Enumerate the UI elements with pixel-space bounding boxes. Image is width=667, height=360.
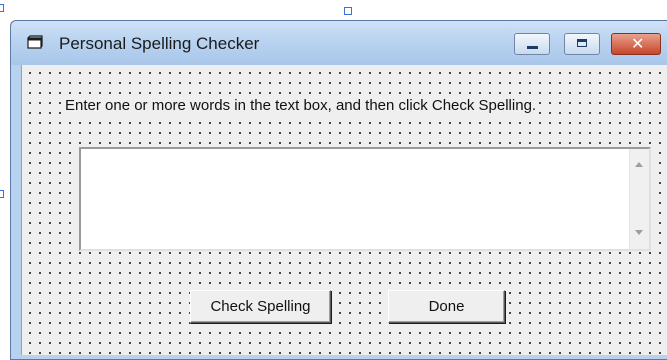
form-window: Personal Spelling Checker ✕ Enter one or… — [10, 20, 667, 360]
instruction-label: Enter one or more words in the text box,… — [65, 95, 537, 116]
vertical-scrollbar[interactable] — [629, 149, 649, 249]
scroll-down-icon[interactable] — [635, 230, 643, 235]
done-button[interactable]: Done — [388, 290, 505, 323]
minimize-icon — [527, 46, 538, 49]
words-textbox[interactable] — [79, 147, 651, 251]
close-button[interactable]: ✕ — [611, 33, 661, 55]
maximize-button[interactable] — [564, 33, 600, 55]
selection-handle-middle-left[interactable] — [0, 190, 4, 198]
selection-handle-top-middle[interactable] — [344, 7, 352, 15]
form-client-area[interactable]: Enter one or more words in the text box,… — [21, 65, 667, 355]
maximize-icon — [577, 39, 587, 47]
scroll-up-icon[interactable] — [635, 162, 643, 167]
title-bar[interactable]: Personal Spelling Checker ✕ — [11, 21, 667, 65]
window-title: Personal Spelling Checker — [59, 34, 260, 53]
form-icon — [27, 35, 43, 49]
minimize-button[interactable] — [514, 33, 550, 55]
check-spelling-button[interactable]: Check Spelling — [190, 290, 331, 323]
selection-handle-top-left[interactable] — [0, 4, 4, 12]
close-icon: ✕ — [631, 34, 645, 53]
